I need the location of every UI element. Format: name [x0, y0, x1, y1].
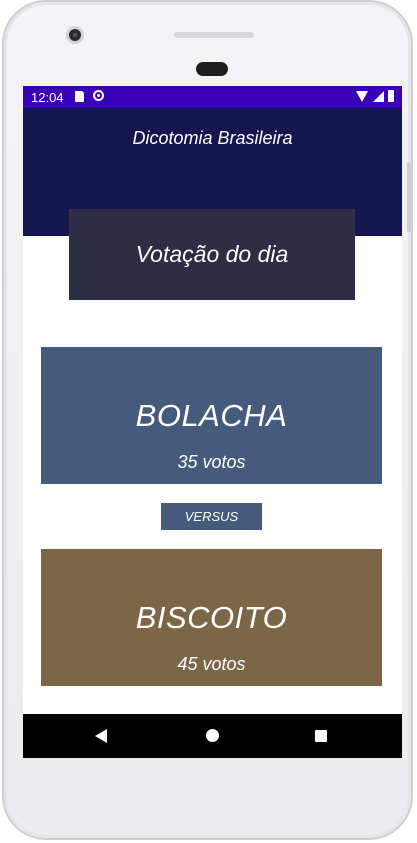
option-votes: 35 votos [177, 452, 246, 472]
signal-icon [373, 91, 384, 102]
app-title: Dicotomia Brasileira [132, 128, 293, 148]
status-bar: 12:04 [23, 86, 402, 108]
front-camera [66, 26, 84, 44]
versus-label: VERSUS [161, 503, 262, 530]
option-votes: 45 votos [177, 654, 246, 674]
phone-frame: 12:04 Dicotomia Brasileira Votação do di… [2, 0, 413, 840]
speaker-slot [196, 62, 228, 76]
status-time: 12:04 [31, 90, 64, 105]
recents-icon[interactable] [315, 730, 327, 742]
option-name: BISCOITO [135, 600, 288, 635]
battery-icon [388, 90, 394, 102]
sync-icon [93, 90, 104, 101]
earpiece-speaker [174, 32, 254, 38]
wifi-icon [356, 91, 368, 102]
option-name: BOLACHA [135, 398, 288, 433]
option-bolacha-card[interactable]: BOLACHA 35 votos [41, 347, 382, 484]
power-button[interactable] [407, 162, 411, 232]
back-icon[interactable] [95, 729, 107, 743]
home-icon[interactable] [206, 729, 219, 742]
option-biscoito-card[interactable]: BISCOITO 45 votos [41, 549, 382, 686]
sd-card-icon [75, 91, 84, 102]
daily-vote-title: Votação do dia [69, 209, 355, 300]
app-screen: 12:04 Dicotomia Brasileira Votação do di… [23, 86, 402, 758]
navigation-bar [23, 714, 402, 758]
